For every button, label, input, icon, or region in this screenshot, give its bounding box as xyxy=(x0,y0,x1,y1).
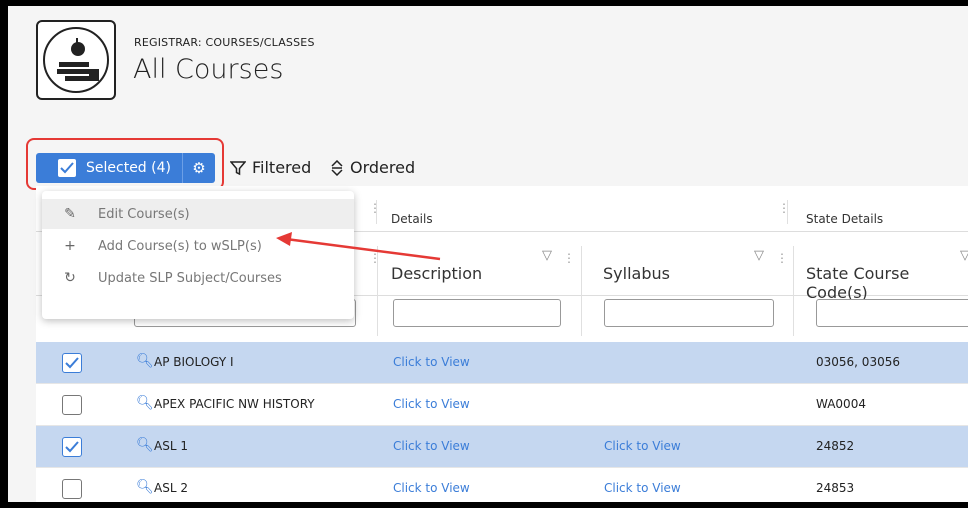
row-checkbox[interactable] xyxy=(62,479,82,499)
course-name: ASL 1 xyxy=(154,439,188,453)
syllabus-link[interactable]: Click to View xyxy=(604,481,681,495)
row-checkbox[interactable] xyxy=(62,395,82,415)
syllabus-filter-input[interactable] xyxy=(604,299,774,327)
description-link[interactable]: Click to View xyxy=(393,397,470,411)
menu-item-update-slp[interactable]: ↻ Update SLP Subject/Courses xyxy=(42,263,354,293)
filtered-label: Filtered xyxy=(252,158,312,177)
course-name: ASL 2 xyxy=(154,481,188,495)
description-link[interactable]: Click to View xyxy=(393,481,470,495)
course-name: APEX PACIFIC NW HISTORY xyxy=(154,397,315,411)
search-icon[interactable]: 🔍︎ xyxy=(136,353,154,369)
menu-item-label: Update SLP Subject/Courses xyxy=(98,270,282,286)
description-link[interactable]: Click to View xyxy=(393,355,470,369)
table-row[interactable]: 🔍︎ AP BIOLOGY I Click to View 03056, 030… xyxy=(36,342,968,384)
column-filter-icon[interactable]: ▽ xyxy=(754,248,764,263)
search-icon[interactable]: 🔍︎ xyxy=(136,479,154,495)
ordered-toggle[interactable]: Ordered xyxy=(330,158,415,177)
description-link[interactable]: Click to View xyxy=(393,439,470,453)
column-description[interactable]: Description xyxy=(391,264,482,283)
state-code-filter-input[interactable] xyxy=(816,299,968,327)
state-code: 24852 xyxy=(816,439,855,453)
menu-item-add-to-wslp[interactable]: + Add Course(s) to wSLP(s) xyxy=(42,231,354,261)
edit-icon: ✎ xyxy=(64,206,76,222)
search-icon[interactable]: 🔍︎ xyxy=(136,395,154,411)
menu-item-edit-courses[interactable]: ✎ Edit Course(s) xyxy=(42,199,354,229)
table-row[interactable]: 🔍︎ ASL 1 Click to View Click to View 248… xyxy=(36,426,968,468)
app-window: REGISTRAR: COURSES/CLASSES All Courses S… xyxy=(8,6,968,502)
funnel-icon xyxy=(230,160,246,175)
row-checkbox[interactable] xyxy=(62,437,82,457)
column-grip-icon[interactable]: ⋮ xyxy=(369,202,381,214)
state-code: 03056, 03056 xyxy=(816,355,900,369)
selected-actions-menu: ✎ Edit Course(s) + Add Course(s) to wSLP… xyxy=(42,191,354,319)
column-grip-icon[interactable]: ⋮ xyxy=(369,252,381,264)
column-divider xyxy=(793,246,794,336)
sort-icon xyxy=(331,159,343,176)
state-code: WA0004 xyxy=(816,397,866,411)
state-code: 24853 xyxy=(816,481,855,495)
ordered-label: Ordered xyxy=(350,158,416,177)
table-row[interactable]: 🔍︎ ASL 2 Click to View Click to View 248… xyxy=(36,468,968,502)
description-filter-input[interactable] xyxy=(393,299,561,327)
group-divider xyxy=(376,200,377,224)
group-state-details: State Details xyxy=(806,212,884,226)
filtered-toggle[interactable]: Filtered xyxy=(230,158,311,177)
column-grip-icon[interactable]: ⋮ xyxy=(563,252,575,264)
table-row[interactable]: 🔍︎ APEX PACIFIC NW HISTORY Click to View… xyxy=(36,384,968,426)
school-logo-icon xyxy=(36,20,116,100)
column-state-course-code[interactable]: State Course Code(s) xyxy=(806,264,968,302)
course-name: AP BIOLOGY I xyxy=(154,355,234,369)
group-details: Details xyxy=(391,212,433,226)
page-title: All Courses xyxy=(133,54,284,85)
column-filter-icon[interactable]: ▽ xyxy=(542,248,552,263)
plus-icon: + xyxy=(64,238,76,254)
column-divider xyxy=(581,246,582,336)
column-syllabus[interactable]: Syllabus xyxy=(603,264,670,283)
refresh-icon: ↻ xyxy=(64,270,76,286)
group-divider xyxy=(787,200,788,224)
menu-item-label: Edit Course(s) xyxy=(98,206,190,222)
syllabus-link[interactable]: Click to View xyxy=(604,439,681,453)
search-icon[interactable]: 🔍︎ xyxy=(136,437,154,453)
row-checkbox[interactable] xyxy=(62,353,82,373)
breadcrumb: REGISTRAR: COURSES/CLASSES xyxy=(134,36,315,49)
highlight-box xyxy=(26,138,224,190)
column-grip-icon[interactable]: ⋮ xyxy=(776,252,788,264)
column-filter-icon[interactable]: ▽ xyxy=(960,248,968,263)
menu-item-label: Add Course(s) to wSLP(s) xyxy=(98,238,262,254)
